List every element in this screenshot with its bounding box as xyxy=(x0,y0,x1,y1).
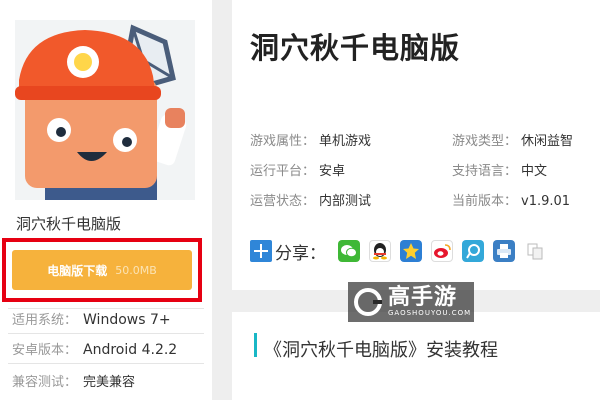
qzone-icon[interactable] xyxy=(400,240,422,262)
wechat-icon[interactable] xyxy=(338,240,360,262)
spec-value: 完美兼容 xyxy=(83,375,136,390)
attr-key: 支持语言： xyxy=(452,164,518,179)
attr-key: 游戏类型： xyxy=(452,134,518,149)
attr-version: 当前版本： v1.9.01 xyxy=(452,190,570,209)
attr-value: 单机游戏 xyxy=(319,134,372,149)
spec-key: 安卓版本： xyxy=(12,343,78,358)
divider xyxy=(8,363,204,364)
download-size: 50.0MB xyxy=(115,263,157,277)
section-accent-bar xyxy=(254,333,257,357)
attr-value: 中文 xyxy=(521,164,548,179)
weibo-icon[interactable] xyxy=(431,240,453,262)
attr-key: 当前版本： xyxy=(452,194,518,209)
attr-game-property: 游戏属性： 单机游戏 xyxy=(250,130,371,149)
section-heading: 《洞穴秋千电脑版》安装教程 xyxy=(264,340,498,361)
attr-key: 游戏属性： xyxy=(250,134,316,149)
site-logo-icon xyxy=(354,288,382,316)
attr-language: 支持语言： 中文 xyxy=(452,160,547,179)
tencent-weibo-icon[interactable] xyxy=(462,240,484,262)
spec-key: 兼容测试： xyxy=(12,375,78,390)
attr-value: 休闲益智 xyxy=(521,134,574,149)
page-title: 洞穴秋千电脑版 xyxy=(250,31,461,65)
spec-key: 适用系统： xyxy=(12,313,78,328)
attr-key: 运行平台： xyxy=(250,164,316,179)
copy-icon[interactable] xyxy=(524,240,546,262)
spec-value: Android 4.2.2 xyxy=(83,342,178,358)
attr-key: 运营状态： xyxy=(250,194,316,209)
download-label: 电脑版下载 xyxy=(47,263,108,278)
share-more-icon[interactable] xyxy=(250,240,272,262)
watermark-title: 高手游 xyxy=(388,285,458,310)
watermark-domain: GAOSHOUYOU.COM xyxy=(388,309,472,317)
spec-android: 安卓版本： Android 4.2.2 xyxy=(12,339,177,358)
share-label: 分享： xyxy=(275,243,326,264)
spec-system: 适用系统： Windows 7+ xyxy=(12,309,171,328)
pc-download-button[interactable]: 电脑版下载 50.0MB xyxy=(12,250,192,290)
divider xyxy=(8,333,204,334)
qq-icon[interactable] xyxy=(369,240,391,262)
attr-value: v1.9.01 xyxy=(521,194,571,209)
spec-value: Windows 7+ xyxy=(83,312,171,328)
site-watermark: 高手游 GAOSHOUYOU.COM xyxy=(348,282,474,322)
print-icon[interactable] xyxy=(493,240,515,262)
share-bar: 分享： xyxy=(250,236,555,266)
attr-status: 运营状态： 内部测试 xyxy=(250,190,371,209)
attr-value: 内部测试 xyxy=(319,194,372,209)
attr-platform: 运行平台： 安卓 xyxy=(250,160,345,179)
attr-game-type: 游戏类型： 休闲益智 xyxy=(452,130,573,149)
game-cover-image[interactable] xyxy=(15,20,195,200)
game-name: 洞穴秋千电脑版 xyxy=(16,215,122,233)
spec-compat: 兼容测试： 完美兼容 xyxy=(12,371,135,390)
attr-value: 安卓 xyxy=(319,164,346,179)
